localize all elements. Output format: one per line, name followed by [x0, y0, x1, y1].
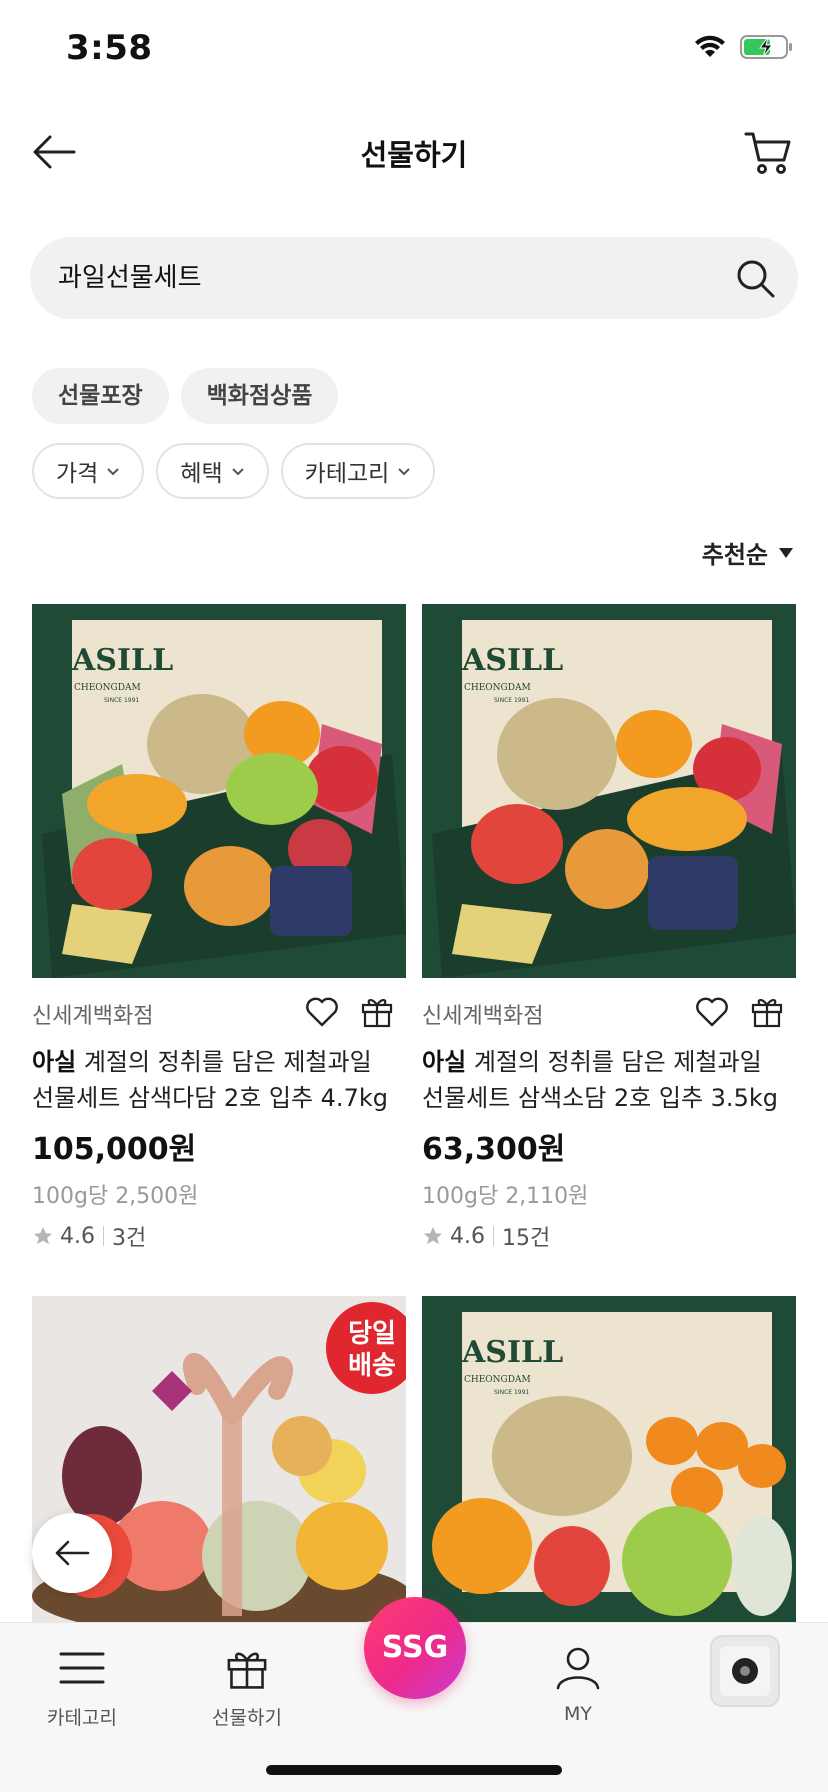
search-icon[interactable] [734, 257, 776, 299]
menu-icon [22, 1637, 142, 1699]
tab-category[interactable]: 카테고리 [22, 1637, 142, 1730]
page-title: 선물하기 [360, 138, 468, 172]
product-name-line1: 계절의 정취를 담은 제철과일 [83, 1048, 372, 1076]
star-icon [423, 1226, 443, 1245]
rating-value: 4.6 [450, 1223, 485, 1249]
heart-icon[interactable] [694, 994, 730, 1030]
brand-logo-text: ASILL [461, 643, 563, 678]
arrow-left-icon [55, 1540, 90, 1566]
seller-name: 신세계백화점 [32, 1004, 154, 1029]
brand-logo-since: SINCE 1991 [104, 697, 139, 704]
product-name-line2: 선물세트 삼색다담 2호 입추 4.7kg [32, 1084, 388, 1112]
product-unit-price: 100g당 2,500원 [32, 1184, 199, 1209]
star-icon [33, 1226, 53, 1245]
product-price: 105,000원 [32, 1132, 197, 1167]
product-card[interactable]: ASILL CHEONGDAM SINCE 1991 [422, 1296, 796, 1622]
recent-viewed-thumbnail[interactable] [710, 1635, 780, 1707]
status-bar: 3:58 [0, 0, 828, 100]
product-name-line2: 선물세트 삼색소담 2호 입추 3.5kg [422, 1084, 778, 1112]
fruit-box-image: ASILL CHEONGDAM SINCE 1991 [422, 1296, 796, 1622]
brand-logo-sub: CHEONGDAM [74, 683, 141, 693]
tab-my[interactable]: MY [518, 1637, 638, 1725]
chevron-down-icon [231, 468, 244, 476]
filter-chips: 가격 혜택 카테고리 [32, 443, 436, 499]
brand-logo-text: ASILL [461, 1335, 563, 1370]
product-card[interactable]: ASILL CHEONGDAM SINCE 1991 신세계백화점 아실 계절의… [32, 604, 406, 1252]
brand-logo-text: ASILL [71, 643, 173, 678]
rating-value: 4.6 [60, 1223, 95, 1249]
heart-icon[interactable] [304, 994, 340, 1030]
filter-benefit-label: 혜택 [180, 461, 223, 487]
badge-line1: 당일 [348, 1319, 396, 1349]
person-icon [518, 1637, 638, 1699]
recent-item-image [720, 1646, 770, 1696]
seller-row: 신세계백화점 [32, 978, 406, 1044]
product-image[interactable]: ASILL CHEONGDAM SINCE 1991 [422, 1296, 796, 1622]
product-name: 아실 계절의 정취를 담은 제철과일 선물세트 삼색다담 2호 입추 4.7kg [32, 1044, 406, 1116]
rating-divider [103, 1226, 104, 1246]
product-brand: 아실 [422, 1048, 467, 1076]
product-brand: 아실 [32, 1048, 77, 1076]
chevron-down-icon [398, 468, 411, 476]
seller-row: 신세계백화점 [422, 978, 796, 1044]
gift-icon[interactable] [750, 994, 784, 1028]
tab-gift-label: 선물하기 [212, 1707, 282, 1729]
fruit-box-image: ASILL CHEONGDAM SINCE 1991 [32, 604, 406, 978]
tag-chips: 선물포장 백화점상품 [32, 368, 339, 424]
product-price: 63,300원 [422, 1132, 566, 1167]
product-unit-price: 100g당 2,110원 [422, 1184, 589, 1209]
product-name-line1: 계절의 정취를 담은 제철과일 [473, 1048, 762, 1076]
battery-icon [740, 35, 792, 59]
home-indicator [266, 1765, 562, 1775]
review-count: 15건 [502, 1226, 551, 1251]
brand-logo-since: SINCE 1991 [494, 697, 529, 704]
fruit-box-image: ASILL CHEONGDAM SINCE 1991 [422, 604, 796, 978]
tag-chip-gift-wrap[interactable]: 선물포장 [32, 368, 169, 424]
chevron-down-icon [107, 468, 120, 476]
brand-logo-since: SINCE 1991 [494, 1389, 529, 1396]
brand-logo-sub: CHEONGDAM [464, 683, 531, 693]
status-icons [694, 34, 794, 60]
floating-back-button[interactable] [32, 1513, 112, 1593]
filter-price-label: 가격 [56, 461, 99, 487]
search-bar [30, 237, 798, 319]
product-name: 아실 계절의 정취를 담은 제철과일 선물세트 삼색소담 2호 입추 3.5kg [422, 1044, 796, 1116]
status-time: 3:58 [66, 28, 153, 68]
tab-my-label: MY [564, 1703, 592, 1725]
filter-category-label: 카테고리 [304, 461, 390, 487]
header: 선물하기 [0, 110, 828, 190]
rating-divider [493, 1226, 494, 1246]
rating-row: 4.6 15건 [422, 1220, 796, 1252]
tag-chip-department-store[interactable]: 백화점상품 [180, 368, 339, 424]
ssg-home-button[interactable]: SSG [364, 1597, 466, 1699]
review-count: 3건 [112, 1226, 147, 1251]
cart-icon [744, 132, 791, 174]
gift-icon [187, 1637, 307, 1699]
tab-category-label: 카테고리 [47, 1707, 117, 1729]
triangle-down-icon [779, 547, 793, 558]
brand-logo-sub: CHEONGDAM [464, 1375, 531, 1385]
rating-row: 4.6 3건 [32, 1220, 406, 1252]
seller-name: 신세계백화점 [422, 1004, 544, 1029]
filter-category[interactable]: 카테고리 [280, 443, 436, 499]
filter-price[interactable]: 가격 [32, 443, 145, 499]
tab-gift[interactable]: 선물하기 [187, 1637, 307, 1730]
cart-button[interactable] [744, 128, 794, 178]
wifi-icon [695, 35, 725, 57]
filter-benefit[interactable]: 혜택 [156, 443, 269, 499]
badge-line2: 배송 [348, 1351, 396, 1381]
product-image[interactable]: ASILL CHEONGDAM SINCE 1991 [422, 604, 796, 978]
product-card[interactable]: ASILL CHEONGDAM SINCE 1991 신세계백화점 아실 계절의… [422, 604, 796, 1252]
sort-dropdown[interactable]: 추천순 [702, 535, 794, 570]
product-image[interactable]: ASILL CHEONGDAM SINCE 1991 [32, 604, 406, 978]
gift-icon[interactable] [360, 994, 394, 1028]
sort-label: 추천순 [701, 541, 768, 569]
search-input[interactable] [58, 237, 698, 319]
